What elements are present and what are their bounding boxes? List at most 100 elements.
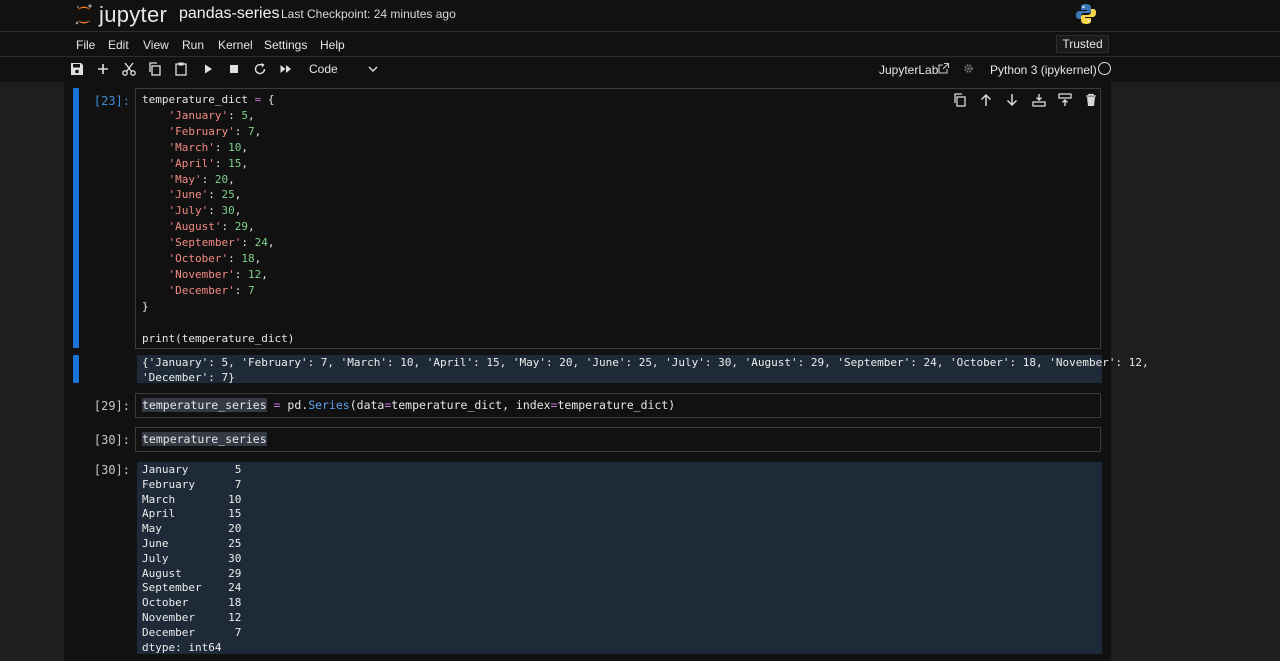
- code-attribute: Series: [308, 398, 350, 412]
- kernel-status-idle-icon: [1098, 62, 1111, 75]
- code-operator: =: [247, 93, 268, 106]
- menu-edit[interactable]: Edit: [108, 38, 129, 52]
- add-cell-icon[interactable]: [95, 61, 111, 77]
- menu-run[interactable]: Run: [182, 38, 204, 52]
- series-row: September 24: [142, 581, 242, 595]
- kernel-name[interactable]: Python 3 (ipykernel): [990, 63, 1097, 77]
- dict-value: 29: [234, 220, 248, 234]
- dict-value: 10: [228, 140, 242, 154]
- code-print-line: print(temperature_dict): [142, 331, 295, 345]
- cell-output: January 5 February 7 March 10 April 15 M…: [137, 462, 1102, 654]
- series-row: October 18: [142, 596, 242, 610]
- jupyter-logo-icon: [75, 4, 92, 25]
- menu-file[interactable]: File: [76, 38, 95, 52]
- code-editor[interactable]: temperature_series: [135, 427, 1101, 452]
- series-row: April 15: [142, 507, 242, 521]
- menu-view[interactable]: View: [143, 38, 169, 52]
- copy-icon[interactable]: [147, 61, 163, 77]
- logo-text: jupyter: [99, 2, 168, 27]
- code-text: temperature_series: [142, 432, 1100, 448]
- dict-key: 'November': [168, 267, 235, 281]
- jupyter-logo[interactable]: jupyter: [74, 2, 167, 28]
- save-icon[interactable]: [69, 61, 85, 77]
- series-row: November 12: [142, 610, 242, 624]
- code-arg: (data: [349, 398, 385, 412]
- cell-type-value: Code: [309, 62, 338, 76]
- dict-value: 15: [228, 156, 242, 170]
- code-var: temperature_series: [142, 432, 267, 446]
- code-text: temperature_series = pd.Series(data=temp…: [142, 398, 1100, 414]
- dict-key: 'December': [168, 283, 235, 297]
- series-row: January 5: [142, 463, 242, 476]
- menu-bar: File Edit View Run Kernel Settings Help …: [0, 32, 1280, 57]
- series-row: May 20: [142, 522, 242, 536]
- move-up-icon[interactable]: [978, 92, 994, 108]
- stop-icon[interactable]: [226, 61, 242, 77]
- dict-key: 'July': [168, 204, 209, 218]
- code-operator: =: [266, 398, 288, 412]
- dict-value: 18: [241, 252, 255, 266]
- code-module: pd.: [287, 398, 309, 412]
- series-dtype: dtype: int64: [142, 640, 222, 654]
- code-brace: {: [267, 93, 275, 106]
- code-text: temperature_dict = { 'January': 5, 'Febr…: [142, 93, 295, 345]
- series-row: March 10: [142, 492, 242, 506]
- cell-input-collapser[interactable]: [73, 88, 79, 348]
- series-row: December 7: [142, 625, 242, 639]
- cell-toolbar: [952, 92, 1098, 110]
- cell-output: {'January': 5, 'February': 7, 'March': 1…: [137, 355, 1149, 385]
- insert-above-icon[interactable]: [1057, 92, 1073, 108]
- input-prompt: [23]:: [93, 94, 130, 108]
- code-var: temperature_dict: [142, 93, 248, 106]
- notebook-toolbar: Code JupyterLab Python 3 (ipykernel): [0, 57, 1280, 81]
- menu-kernel[interactable]: Kernel: [218, 38, 253, 52]
- dict-key: 'September': [168, 236, 242, 250]
- external-link-icon[interactable]: [937, 62, 950, 75]
- duplicate-icon[interactable]: [952, 92, 968, 108]
- dict-value: 7: [247, 124, 255, 138]
- code-var: temperature_series: [142, 398, 267, 412]
- move-down-icon[interactable]: [1004, 92, 1020, 108]
- checkpoint-status: Last Checkpoint: 24 minutes ago: [281, 7, 456, 21]
- cut-icon[interactable]: [121, 61, 137, 77]
- right-gutter: [1111, 82, 1280, 661]
- paste-icon[interactable]: [173, 61, 189, 77]
- menu-settings[interactable]: Settings: [264, 38, 307, 52]
- code-arg: temperature_dict, index: [391, 398, 551, 412]
- insert-below-icon[interactable]: [1031, 92, 1047, 108]
- output-text: January 5 February 7 March 10 April 15 M…: [142, 463, 1102, 655]
- dict-key: 'February': [168, 124, 235, 138]
- dict-value: 20: [214, 172, 229, 186]
- dict-key: 'January': [168, 108, 229, 122]
- output-line: {'January': 5, 'February': 7, 'March': 1…: [142, 356, 1149, 369]
- restart-icon[interactable]: [252, 61, 268, 77]
- code-arg: temperature_dict): [557, 398, 676, 412]
- left-gutter: [0, 82, 64, 661]
- cell-output-collapser[interactable]: [73, 355, 79, 383]
- output-prompt: [30]:: [93, 463, 130, 477]
- delete-icon[interactable]: [1083, 92, 1099, 108]
- input-prompt: [30]:: [93, 433, 130, 447]
- dict-value: 25: [221, 188, 235, 202]
- python-logo-icon: [1076, 4, 1096, 24]
- menu-help[interactable]: Help: [320, 38, 345, 52]
- dict-key: 'March': [168, 140, 215, 154]
- dict-value: 7: [247, 283, 255, 297]
- notebook-name[interactable]: pandas-series: [179, 5, 280, 23]
- jupyterlab-link[interactable]: JupyterLab: [879, 63, 938, 77]
- gear-icon[interactable]: [962, 62, 975, 75]
- code-editor[interactable]: temperature_dict = { 'January': 5, 'Febr…: [135, 88, 1101, 349]
- chevron-down-icon: [368, 66, 378, 72]
- cell-type-select[interactable]: Code: [300, 60, 382, 78]
- series-row: August 29: [142, 566, 242, 580]
- dict-value: 12: [247, 267, 262, 281]
- series-row: February 7: [142, 477, 242, 491]
- output-text: {'January': 5, 'February': 7, 'March': 1…: [142, 355, 1149, 385]
- trusted-indicator[interactable]: Trusted: [1056, 35, 1109, 53]
- dict-value: 24: [254, 236, 268, 250]
- series-row: June 25: [142, 536, 242, 550]
- run-icon[interactable]: [200, 61, 216, 77]
- dict-key: 'June': [168, 188, 209, 202]
- code-editor[interactable]: temperature_series = pd.Series(data=temp…: [135, 393, 1101, 418]
- run-all-icon[interactable]: [278, 61, 294, 77]
